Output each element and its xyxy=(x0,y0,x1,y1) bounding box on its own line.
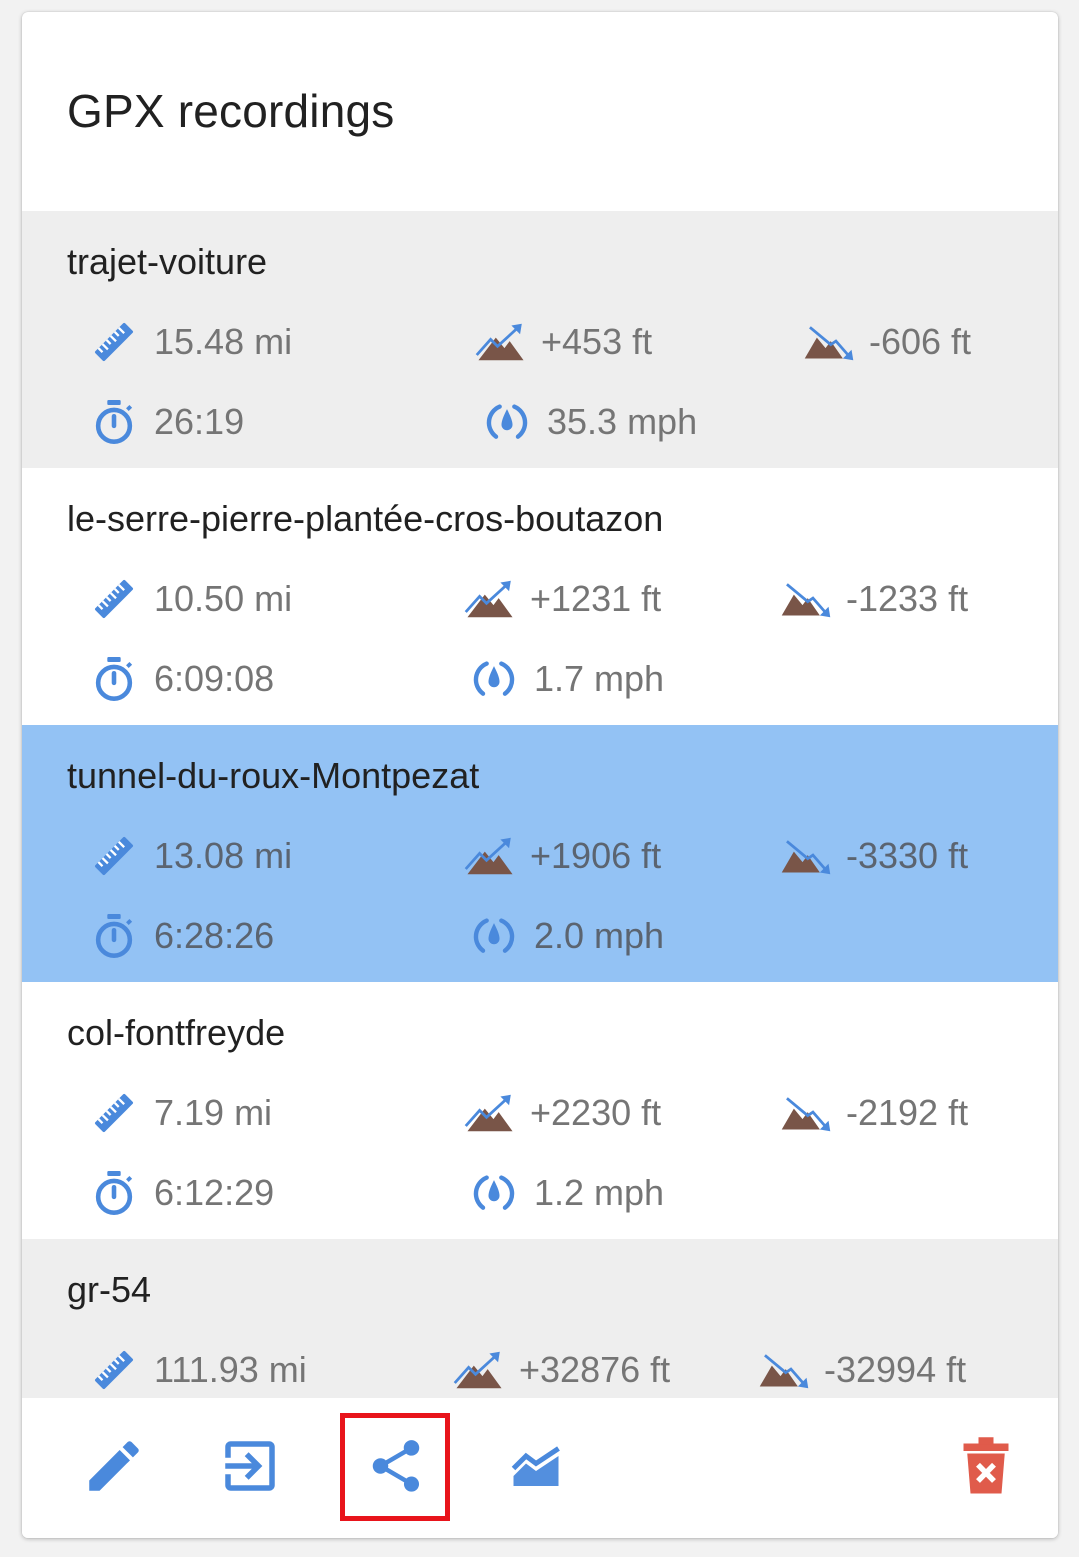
ascent-stat: +1906 ft xyxy=(464,831,661,881)
recording-item[interactable]: le-serre-pierre-plantée-cros-boutazon 10.… xyxy=(22,468,1058,725)
descent-value: -3330 ft xyxy=(846,835,969,876)
distance-value: 7.19 mi xyxy=(154,1092,273,1133)
speed-stat: 35.3 mph xyxy=(481,397,697,447)
speed-stat: 1.7 mph xyxy=(468,654,664,704)
duration-value: 26:19 xyxy=(154,401,245,442)
elevation-up-icon xyxy=(453,1346,505,1394)
ascent-value: +32876 ft xyxy=(519,1349,671,1390)
ascent-value: +453 ft xyxy=(541,321,653,362)
ruler-icon xyxy=(88,318,140,366)
distance-stat: 10.50 mi xyxy=(88,574,292,624)
elevation-down-icon xyxy=(758,1346,810,1394)
stopwatch-icon xyxy=(88,1169,140,1217)
descent-stat: -2192 ft xyxy=(780,1088,968,1138)
recording-name: tunnel-du-roux-Montpezat xyxy=(67,755,480,796)
share-icon xyxy=(372,1440,420,1492)
ascent-value: +1231 ft xyxy=(530,578,662,619)
speed-gauge-icon xyxy=(468,655,520,703)
recording-item[interactable]: gr-54 111.93 mi +32876 ft -32994 ft xyxy=(22,1239,1058,1398)
descent-stat: -606 ft xyxy=(803,317,971,367)
duration-stat: 6:09:08 xyxy=(88,654,274,704)
recording-item[interactable]: trajet-voiture 15.48 mi +453 ft -606 ft 26:1… xyxy=(22,211,1058,468)
stopwatch-icon xyxy=(88,655,140,703)
distance-value: 13.08 mi xyxy=(154,835,293,876)
distance-stat: 111.93 mi xyxy=(88,1345,307,1395)
elevation-down-icon xyxy=(803,318,855,366)
recording-name: col-fontfreyde xyxy=(67,1012,286,1053)
dialog-title: GPX recordings xyxy=(67,85,395,137)
speed-value: 1.7 mph xyxy=(534,658,665,699)
duration-value: 6:12:29 xyxy=(154,1172,275,1213)
elevation-chart-icon xyxy=(511,1446,560,1486)
elevation-up-icon xyxy=(464,1089,516,1137)
elevation-down-icon xyxy=(780,575,832,623)
trash-icon xyxy=(963,1437,1009,1494)
duration-stat: 26:19 xyxy=(88,397,244,447)
ascent-value: +2230 ft xyxy=(530,1092,662,1133)
speed-stat: 1.2 mph xyxy=(468,1168,664,1218)
recording-item[interactable]: col-fontfreyde 7.19 mi +2230 ft -2192 ft 6:1… xyxy=(22,982,1058,1239)
ruler-icon xyxy=(88,1346,140,1394)
distance-value: 15.48 mi xyxy=(154,321,293,362)
descent-value: -32994 ft xyxy=(824,1349,967,1390)
ascent-stat: +453 ft xyxy=(475,317,652,367)
descent-value: -606 ft xyxy=(869,321,972,362)
distance-stat: 13.08 mi xyxy=(88,831,292,881)
elevation-up-icon xyxy=(475,318,527,366)
speed-value: 1.2 mph xyxy=(534,1172,665,1213)
distance-value: 10.50 mi xyxy=(154,578,293,619)
ascent-stat: +1231 ft xyxy=(464,574,661,624)
descent-stat: -1233 ft xyxy=(780,574,968,624)
descent-stat: -3330 ft xyxy=(780,831,968,881)
ruler-icon xyxy=(88,832,140,880)
duration-stat: 6:28:26 xyxy=(88,911,274,961)
ruler-icon xyxy=(88,575,140,623)
distance-value: 111.93 mi xyxy=(154,1349,307,1390)
recording-item[interactable]: tunnel-du-roux-Montpezat 13.08 mi +1906 ft… xyxy=(22,725,1058,982)
speed-gauge-icon xyxy=(468,1169,520,1217)
ruler-icon xyxy=(88,1089,140,1137)
duration-value: 6:09:08 xyxy=(154,658,275,699)
gpx-recordings-dialog: GPX recordings trajet-voiture 15.48 mi +45… xyxy=(22,12,1058,1538)
ascent-value: +1906 ft xyxy=(530,835,662,876)
edit-button[interactable] xyxy=(74,1426,154,1506)
recording-name: trajet-voiture xyxy=(67,241,268,282)
elevation-down-icon xyxy=(780,832,832,880)
speed-value: 35.3 mph xyxy=(547,401,698,442)
speed-stat: 2.0 mph xyxy=(468,911,664,961)
duration-value: 6:28:26 xyxy=(154,915,275,956)
stopwatch-icon xyxy=(88,912,140,960)
share-button[interactable] xyxy=(356,1426,436,1506)
recording-name: gr-54 xyxy=(67,1269,152,1310)
recording-name: le-serre-pierre-plantée-cros-boutazon xyxy=(67,498,664,539)
speed-gauge-icon xyxy=(468,912,520,960)
elevation-down-icon xyxy=(780,1089,832,1137)
stopwatch-icon xyxy=(88,398,140,446)
speed-value: 2.0 mph xyxy=(534,915,665,956)
elevation-profile-button[interactable] xyxy=(496,1426,576,1506)
elevation-up-icon xyxy=(464,832,516,880)
speed-gauge-icon xyxy=(481,398,533,446)
descent-value: -2192 ft xyxy=(846,1092,969,1133)
delete-button[interactable] xyxy=(946,1426,1026,1506)
duration-stat: 6:12:29 xyxy=(88,1168,274,1218)
distance-stat: 7.19 mi xyxy=(88,1088,272,1138)
ascent-stat: +2230 ft xyxy=(464,1088,661,1138)
import-icon xyxy=(225,1441,275,1491)
descent-value: -1233 ft xyxy=(846,578,969,619)
import-button[interactable] xyxy=(210,1426,290,1506)
bottom-toolbar xyxy=(22,1398,1058,1538)
pencil-icon xyxy=(89,1441,139,1491)
recordings-list[interactable]: trajet-voiture 15.48 mi +453 ft -606 ft 26:1… xyxy=(22,211,1058,1398)
descent-stat: -32994 ft xyxy=(758,1345,966,1395)
ascent-stat: +32876 ft xyxy=(453,1345,670,1395)
distance-stat: 15.48 mi xyxy=(88,317,292,367)
elevation-up-icon xyxy=(464,575,516,623)
